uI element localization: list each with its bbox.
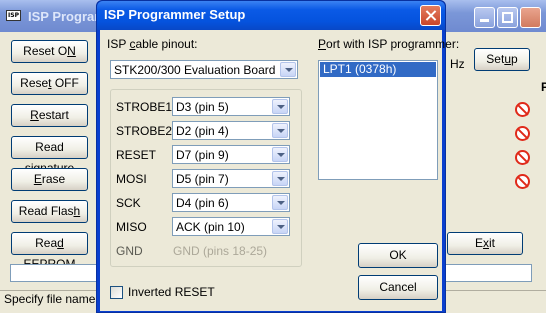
port-label: Port with ISP programmer: (318, 37, 460, 51)
hz-label: Hz (450, 57, 465, 71)
dialog-title-bar[interactable]: ISP Programmer Setup (97, 1, 445, 30)
no-entry-icon (515, 102, 530, 117)
pin-select-reset[interactable]: D7 (pin 9) (172, 145, 290, 164)
chevron-down-icon[interactable] (272, 219, 288, 234)
read-signature-button[interactable]: Read signature (11, 136, 88, 175)
app-icon: ISP (6, 10, 21, 21)
cable-pinout-value: STK200/300 Evaluation Board (114, 63, 276, 77)
pin-label-strobe2: STROBE2 (116, 124, 173, 138)
cable-pinout-label: ISP cable pinout: (107, 37, 198, 51)
pin-select-miso[interactable]: ACK (pin 10) (172, 217, 290, 236)
reset-on-button[interactable]: Reset ON (11, 40, 88, 63)
pin-label-reset: RESET (116, 148, 157, 162)
pin-label-strobe1: STROBE1 (116, 100, 173, 114)
pin-select-sck[interactable]: D4 (pin 6) (172, 193, 290, 212)
pin-label-mosi: MOSI (116, 172, 147, 186)
gnd-value: GND (pins 18-25) (173, 244, 268, 258)
exit-button[interactable]: Exit (447, 232, 523, 255)
erase-button[interactable]: Erase (11, 168, 88, 191)
setup-button[interactable]: Setup (474, 48, 530, 71)
reset-off-button[interactable]: Reset OFF (11, 72, 88, 95)
chevron-down-icon[interactable] (272, 147, 288, 162)
chevron-down-icon[interactable] (272, 171, 288, 186)
pin-select-strobe2[interactable]: D2 (pin 4) (172, 121, 290, 140)
pin-label-sck: SCK (116, 196, 141, 210)
chevron-down-icon[interactable] (280, 62, 296, 77)
dialog-close-icon[interactable] (420, 5, 441, 26)
right-edge-text: P (541, 80, 546, 94)
inverted-reset-checkbox[interactable] (110, 286, 123, 299)
status-text: Specify file name fi (4, 292, 105, 306)
read-flash-button[interactable]: Read Flash (11, 200, 88, 223)
dialog-body: ISP cable pinout: STK200/300 Evaluation … (100, 30, 459, 311)
gnd-label: GND (116, 244, 143, 258)
chevron-down-icon[interactable] (272, 99, 288, 114)
no-entry-icon (515, 150, 530, 165)
maximize-icon[interactable] (497, 7, 518, 28)
pin-select-mosi[interactable]: D5 (pin 7) (172, 169, 290, 188)
inverted-reset-label[interactable]: Inverted RESET (128, 285, 215, 299)
cancel-button[interactable]: Cancel (358, 275, 438, 300)
port-list[interactable]: LPT1 (0378h) (318, 60, 438, 180)
no-entry-icon (515, 174, 530, 189)
minimize-icon[interactable] (474, 7, 495, 28)
pin-select-strobe1[interactable]: D3 (pin 5) (172, 97, 290, 116)
close-icon[interactable] (520, 7, 541, 28)
ok-button[interactable]: OK (358, 243, 438, 268)
cable-pinout-select[interactable]: STK200/300 Evaluation Board (110, 60, 298, 79)
chevron-down-icon[interactable] (272, 195, 288, 210)
read-eeprom-button[interactable]: Read EEPROM (11, 232, 88, 271)
port-list-item[interactable]: LPT1 (0378h) (320, 62, 436, 77)
dialog-title: ISP Programmer Setup (104, 7, 246, 22)
chevron-down-icon[interactable] (272, 123, 288, 138)
isp-setup-dialog: ISP Programmer Setup ISP cable pinout: S… (96, 0, 459, 313)
pin-label-miso: MISO (116, 220, 147, 234)
restart-button[interactable]: Restart (11, 104, 88, 127)
no-entry-icon (515, 126, 530, 141)
